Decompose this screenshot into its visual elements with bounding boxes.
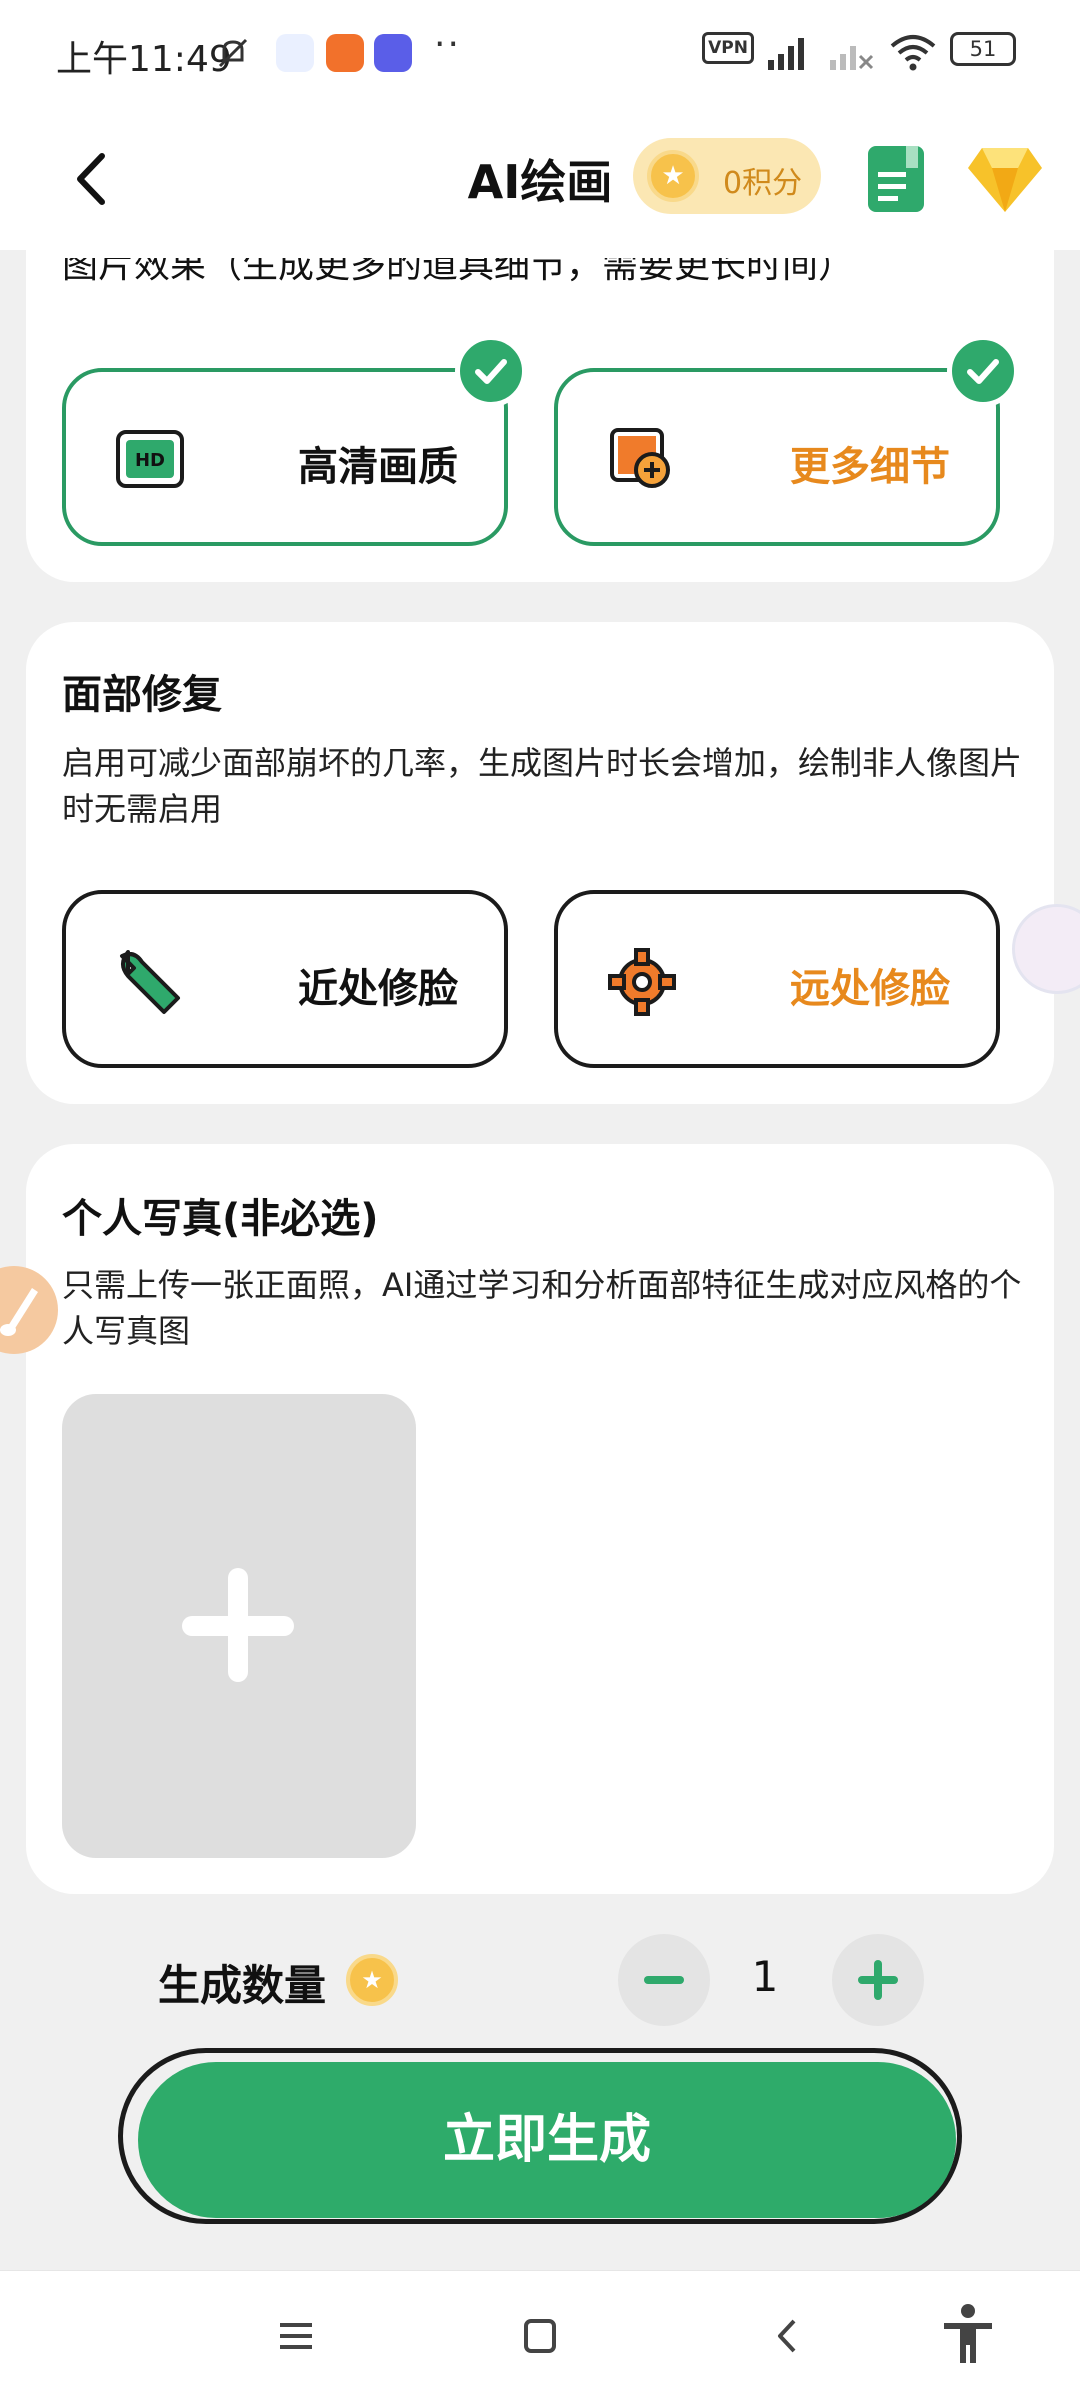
wifi-icon <box>888 32 938 72</box>
hd-quality-option[interactable]: HD 高清画质 <box>62 368 508 546</box>
back-triangle-icon <box>778 2319 796 2353</box>
system-nav-bar <box>0 2270 1080 2400</box>
signal-off-icon <box>826 32 878 72</box>
svg-text:HD: HD <box>135 450 165 471</box>
face-repair-description: 启用可减少面部崩坏的几率，生成图片时长会增加，绘制非人像图片时无需启用 <box>62 744 1023 828</box>
brush-floating-button[interactable] <box>0 1266 58 1354</box>
diamond-icon <box>968 148 1042 212</box>
battery-indicator: 51 <box>950 32 1016 66</box>
mute-icon <box>214 34 252 72</box>
quantity-value: 1 <box>751 1952 779 2001</box>
minus-icon <box>644 1976 684 1984</box>
far-face-repair-label: 远处修脸 <box>790 966 950 1012</box>
more-notifications-icon: ·· <box>434 24 461 65</box>
app-notification-icon <box>276 34 314 72</box>
check-icon <box>455 335 527 407</box>
decrease-quantity-button[interactable] <box>618 1934 710 2026</box>
face-repair-title: 面部修复 <box>62 672 222 718</box>
status-bar: 上午11:49 ·· VPN 51 <box>0 0 1080 104</box>
back-nav-button[interactable] <box>758 2311 818 2361</box>
menu-icon <box>280 2323 312 2349</box>
increase-quantity-button[interactable] <box>832 1934 924 2026</box>
accessibility-button[interactable] <box>938 2301 998 2367</box>
home-nav-button[interactable] <box>510 2311 570 2361</box>
notebook-icon <box>868 146 924 212</box>
records-button[interactable] <box>866 144 926 214</box>
home-square-icon <box>524 2319 556 2353</box>
menu-nav-button[interactable] <box>266 2311 326 2361</box>
tools-icon <box>606 946 678 1018</box>
portrait-description: 只需上传一张正面照，AI通过学习和分析面部特征生成对应风格的个人写真图 <box>62 1266 1022 1350</box>
portrait-title: 个人写真(非必选) <box>62 1196 379 1242</box>
upload-photo-button[interactable] <box>62 1394 416 1858</box>
zoom-image-icon <box>606 424 678 496</box>
vip-button[interactable] <box>966 144 1044 214</box>
hd-quality-label: 高清画质 <box>298 444 458 490</box>
signal-icon <box>764 32 816 72</box>
more-details-label: 更多细节 <box>790 444 950 490</box>
app-header: AI绘画 ★ 0积分 <box>0 104 1080 250</box>
app-notification-icon <box>374 34 412 72</box>
near-face-repair-label: 近处修脸 <box>298 966 458 1012</box>
image-effect-title: 图片效果（生成更多的道具细节，需要更长时间） <box>62 258 855 286</box>
quantity-label: 生成数量 <box>158 1961 327 2010</box>
near-face-repair-option[interactable]: 近处修脸 <box>62 890 508 1068</box>
status-time: 上午11:49 <box>56 39 232 80</box>
more-details-option[interactable]: 更多细节 <box>554 368 1000 546</box>
accessibility-icon <box>944 2304 992 2363</box>
coin-icon: ★ <box>346 1954 398 2006</box>
points-badge[interactable]: ★ 0积分 <box>633 138 821 214</box>
check-icon <box>947 335 1019 407</box>
generate-button[interactable]: 立即生成 <box>138 2062 956 2218</box>
wrench-icon <box>114 946 186 1018</box>
app-notification-icon <box>326 34 364 72</box>
coin-icon: ★ <box>647 150 699 202</box>
hd-icon: HD <box>114 424 186 496</box>
vpn-badge: VPN <box>702 32 754 64</box>
points-label: 0积分 <box>723 166 803 201</box>
far-face-repair-option[interactable]: 远处修脸 <box>554 890 1000 1068</box>
